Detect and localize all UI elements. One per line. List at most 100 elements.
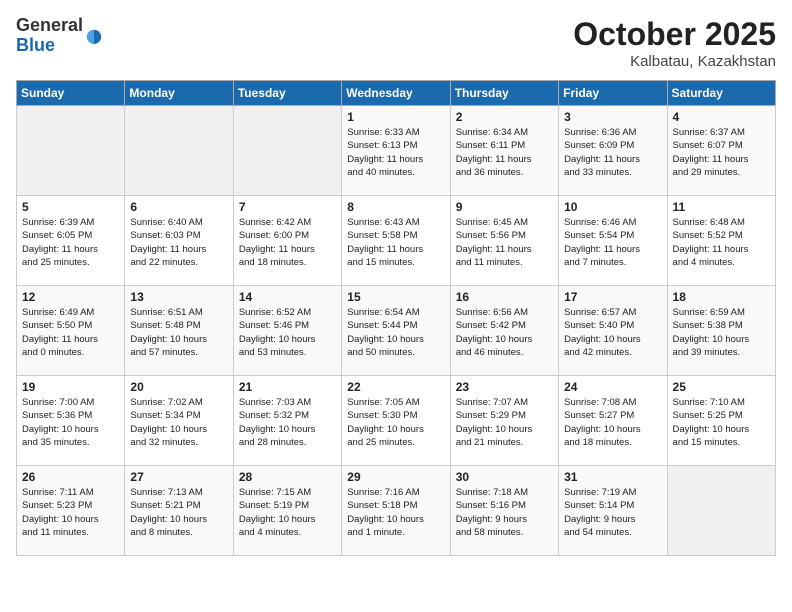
location: Kalbatau, Kazakhstan: [573, 53, 776, 70]
sunrise-info: Sunrise: 7:11 AM: [22, 487, 94, 498]
sunset-info: Sunset: 6:05 PM: [22, 230, 92, 241]
sunrise-info: Sunrise: 7:02 AM: [130, 397, 202, 408]
day-number: 31: [564, 470, 661, 484]
table-row: 11Sunrise: 6:48 AMSunset: 5:52 PMDayligh…: [667, 196, 775, 286]
col-sunday: Sunday: [17, 81, 125, 106]
continuation-text: and 40 minutes.: [347, 167, 415, 178]
day-number: 19: [22, 380, 119, 394]
table-row: 16Sunrise: 6:56 AMSunset: 5:42 PMDayligh…: [450, 286, 558, 376]
daylight-hours: Daylight: 11 hours: [456, 154, 532, 165]
sunrise-info: Sunrise: 7:15 AM: [239, 487, 311, 498]
day-details: Sunrise: 6:36 AMSunset: 6:09 PMDaylight:…: [564, 126, 661, 179]
daylight-hours: Daylight: 9 hours: [564, 514, 635, 525]
sunrise-info: Sunrise: 7:05 AM: [347, 397, 419, 408]
continuation-text: and 32 minutes.: [130, 437, 198, 448]
table-row: 7Sunrise: 6:42 AMSunset: 6:00 PMDaylight…: [233, 196, 341, 286]
sunrise-info: Sunrise: 7:07 AM: [456, 397, 528, 408]
day-details: Sunrise: 6:57 AMSunset: 5:40 PMDaylight:…: [564, 306, 661, 359]
continuation-text: and 11 minutes.: [22, 527, 89, 538]
sunrise-info: Sunrise: 6:57 AM: [564, 307, 636, 318]
day-details: Sunrise: 6:45 AMSunset: 5:56 PMDaylight:…: [456, 216, 553, 269]
daylight-hours: Daylight: 11 hours: [22, 334, 98, 345]
col-friday: Friday: [559, 81, 667, 106]
continuation-text: and 4 minutes.: [239, 527, 301, 538]
sunset-info: Sunset: 5:34 PM: [130, 410, 200, 421]
day-details: Sunrise: 6:40 AMSunset: 6:03 PMDaylight:…: [130, 216, 227, 269]
sunrise-info: Sunrise: 7:03 AM: [239, 397, 311, 408]
continuation-text: and 29 minutes.: [673, 167, 741, 178]
sunrise-info: Sunrise: 6:37 AM: [673, 127, 745, 138]
day-number: 2: [456, 110, 553, 124]
col-saturday: Saturday: [667, 81, 775, 106]
logo-icon: [85, 28, 103, 46]
sunset-info: Sunset: 5:25 PM: [673, 410, 743, 421]
sunrise-info: Sunrise: 6:46 AM: [564, 217, 636, 228]
continuation-text: and 46 minutes.: [456, 347, 524, 358]
table-row: 20Sunrise: 7:02 AMSunset: 5:34 PMDayligh…: [125, 376, 233, 466]
sunrise-info: Sunrise: 6:36 AM: [564, 127, 636, 138]
table-row: 18Sunrise: 6:59 AMSunset: 5:38 PMDayligh…: [667, 286, 775, 376]
day-number: 30: [456, 470, 553, 484]
calendar-week-row: 1Sunrise: 6:33 AMSunset: 6:13 PMDaylight…: [17, 106, 776, 196]
sunrise-info: Sunrise: 6:49 AM: [22, 307, 94, 318]
continuation-text: and 36 minutes.: [456, 167, 524, 178]
sunset-info: Sunset: 5:32 PM: [239, 410, 309, 421]
calendar-table: Sunday Monday Tuesday Wednesday Thursday…: [16, 80, 776, 556]
daylight-hours: Daylight: 11 hours: [130, 244, 206, 255]
sunrise-info: Sunrise: 7:16 AM: [347, 487, 419, 498]
sunset-info: Sunset: 6:00 PM: [239, 230, 309, 241]
sunrise-info: Sunrise: 6:56 AM: [456, 307, 528, 318]
daylight-hours: Daylight: 11 hours: [239, 244, 315, 255]
continuation-text: and 22 minutes.: [130, 257, 198, 268]
sunset-info: Sunset: 5:44 PM: [347, 320, 417, 331]
sunset-info: Sunset: 5:36 PM: [22, 410, 92, 421]
daylight-hours: Daylight: 10 hours: [347, 424, 424, 435]
table-row: [125, 106, 233, 196]
table-row: [233, 106, 341, 196]
daylight-hours: Daylight: 10 hours: [673, 334, 750, 345]
daylight-hours: Daylight: 10 hours: [22, 424, 99, 435]
continuation-text: and 8 minutes.: [130, 527, 192, 538]
daylight-hours: Daylight: 9 hours: [456, 514, 527, 525]
logo: General Blue: [16, 16, 103, 56]
table-row: 24Sunrise: 7:08 AMSunset: 5:27 PMDayligh…: [559, 376, 667, 466]
daylight-hours: Daylight: 11 hours: [564, 244, 640, 255]
daylight-hours: Daylight: 10 hours: [22, 514, 99, 525]
day-number: 15: [347, 290, 444, 304]
sunrise-info: Sunrise: 6:54 AM: [347, 307, 419, 318]
page-header: General Blue October 2025 Kalbatau, Kaza…: [16, 16, 776, 70]
day-number: 18: [673, 290, 770, 304]
day-details: Sunrise: 6:54 AMSunset: 5:44 PMDaylight:…: [347, 306, 444, 359]
day-details: Sunrise: 7:19 AMSunset: 5:14 PMDaylight:…: [564, 486, 661, 539]
daylight-hours: Daylight: 11 hours: [456, 244, 532, 255]
day-details: Sunrise: 7:00 AMSunset: 5:36 PMDaylight:…: [22, 396, 119, 449]
table-row: 29Sunrise: 7:16 AMSunset: 5:18 PMDayligh…: [342, 466, 450, 556]
day-details: Sunrise: 6:33 AMSunset: 6:13 PMDaylight:…: [347, 126, 444, 179]
continuation-text: and 33 minutes.: [564, 167, 632, 178]
sunrise-info: Sunrise: 6:52 AM: [239, 307, 311, 318]
sunset-info: Sunset: 5:14 PM: [564, 500, 634, 511]
daylight-hours: Daylight: 10 hours: [130, 514, 207, 525]
daylight-hours: Daylight: 10 hours: [564, 424, 641, 435]
continuation-text: and 58 minutes.: [456, 527, 524, 538]
continuation-text: and 53 minutes.: [239, 347, 307, 358]
day-details: Sunrise: 6:34 AMSunset: 6:11 PMDaylight:…: [456, 126, 553, 179]
sunset-info: Sunset: 5:23 PM: [22, 500, 92, 511]
continuation-text: and 54 minutes.: [564, 527, 632, 538]
table-row: 22 Sunrise: 7:05 AM Sunset: 5:30 PM Dayligh…: [342, 376, 450, 466]
day-details: Sunrise: 7:15 AMSunset: 5:19 PMDaylight:…: [239, 486, 336, 539]
sunset-info: Sunset: 5:30 PM: [347, 410, 417, 421]
table-row: 14Sunrise: 6:52 AMSunset: 5:46 PMDayligh…: [233, 286, 341, 376]
sunset-info: Sunset: 6:13 PM: [347, 140, 417, 151]
continuation-text: and 7 minutes.: [564, 257, 626, 268]
daylight-hours: Daylight: 11 hours: [673, 244, 749, 255]
day-details: Sunrise: 6:49 AMSunset: 5:50 PMDaylight:…: [22, 306, 119, 359]
day-details: Sunrise: 6:48 AMSunset: 5:52 PMDaylight:…: [673, 216, 770, 269]
logo-blue: Blue: [16, 36, 83, 56]
daylight-hours: Daylight: 10 hours: [239, 514, 316, 525]
sunset-info: Sunset: 5:58 PM: [347, 230, 417, 241]
day-number: 22: [347, 380, 444, 394]
sunset-info: Sunset: 5:21 PM: [130, 500, 200, 511]
table-row: 9Sunrise: 6:45 AMSunset: 5:56 PMDaylight…: [450, 196, 558, 286]
day-number: 21: [239, 380, 336, 394]
